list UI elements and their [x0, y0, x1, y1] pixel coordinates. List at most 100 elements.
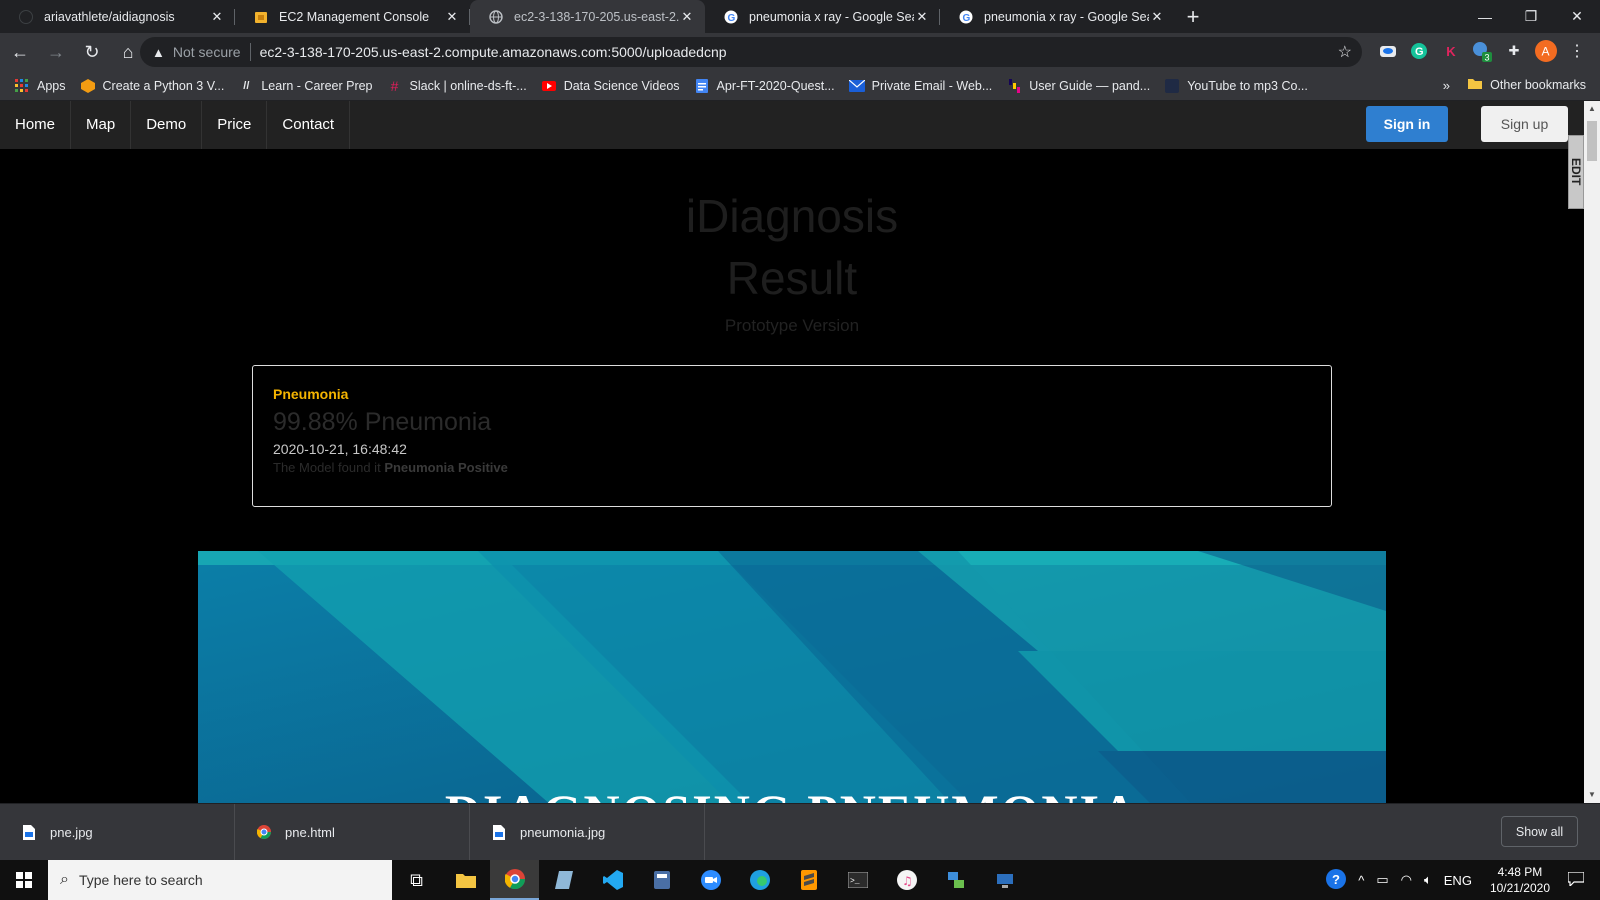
download-item[interactable]: pne.html	[235, 803, 470, 861]
bookmark-item[interactable]: Apps	[14, 78, 66, 94]
browser-tab-active[interactable]: ec2-3-138-170-205.us-east-2.com ✕	[470, 0, 705, 33]
notification-icon[interactable]	[1567, 870, 1585, 889]
nav-demo[interactable]: Demo	[131, 101, 203, 149]
close-tab-icon[interactable]: ✕	[209, 9, 225, 25]
warning-triangle-icon[interactable]: ▲	[152, 45, 165, 60]
security-label[interactable]: Not secure	[173, 44, 241, 60]
restore-icon[interactable]: ❐	[1508, 0, 1554, 33]
k-extension-icon[interactable]: K	[1440, 40, 1462, 62]
close-tab-icon[interactable]: ✕	[1149, 9, 1165, 25]
svg-text:>_: >_	[850, 877, 860, 886]
search-icon: ⌕	[60, 871, 69, 888]
mail-icon	[848, 78, 865, 94]
new-tab-button[interactable]: +	[1175, 0, 1211, 33]
terminal-icon[interactable]: >_	[833, 860, 882, 900]
close-window-icon[interactable]: ✕	[1554, 0, 1600, 33]
tab-title: pneumonia x ray - Google Search	[749, 9, 914, 24]
bookmark-item[interactable]: Create a Python 3 V...	[80, 78, 224, 94]
folder-icon	[1468, 77, 1483, 92]
address-bar[interactable]: ▲ Not secure ec2-3-138-170-205.us-east-2…	[140, 37, 1362, 67]
battery-icon[interactable]: ▭	[1376, 872, 1388, 888]
svg-text:♫: ♫	[902, 874, 913, 888]
scroll-down-arrow-icon[interactable]: ▼	[1584, 787, 1600, 803]
cloud-extension-icon[interactable]	[1377, 40, 1399, 62]
more-bookmarks-chevron-icon[interactable]: »	[1443, 78, 1450, 93]
svg-text:A: A	[1542, 45, 1550, 59]
tab-title: ec2-3-138-170-205.us-east-2.com	[514, 9, 679, 24]
bookmark-item[interactable]: # Slack | online-ds-ft-...	[387, 78, 527, 94]
sign-up-button[interactable]: Sign up	[1481, 106, 1568, 142]
reload-icon[interactable]: ↻	[76, 36, 108, 68]
app-icon[interactable]	[539, 860, 588, 900]
back-arrow-icon[interactable]: ←	[4, 36, 36, 68]
zoom-icon[interactable]	[686, 860, 735, 900]
language-indicator[interactable]: ENG	[1444, 873, 1472, 888]
forward-arrow-icon[interactable]: →	[40, 36, 72, 68]
volume-icon[interactable]: 🔈︎	[1424, 872, 1432, 888]
sign-in-button[interactable]: Sign in	[1366, 106, 1448, 142]
close-tab-icon[interactable]: ✕	[914, 9, 930, 25]
nav-price[interactable]: Price	[202, 101, 268, 149]
bookmark-item[interactable]: Private Email - Web...	[848, 78, 992, 94]
nav-contact[interactable]: Contact	[267, 101, 351, 149]
windows-start-icon[interactable]	[0, 860, 48, 900]
close-tab-icon[interactable]: ✕	[679, 9, 695, 25]
slack-icon: #	[390, 77, 399, 94]
browser-tab[interactable]: G pneumonia x ray - Google Search ✕	[940, 0, 1175, 33]
menu-kebab-icon[interactable]: ⋮	[1566, 40, 1588, 62]
hero-banner-image: DIAGNOSING PNEUMONIA	[198, 551, 1386, 803]
download-item[interactable]: pneumonia.jpg	[470, 803, 705, 861]
bookmark-star-icon[interactable]: ☆	[1338, 42, 1352, 62]
page-subtitle: Prototype Version	[724, 316, 860, 335]
bookmark-item[interactable]: YouTube to mp3 Co...	[1164, 78, 1308, 94]
chrome-taskbar-icon[interactable]	[490, 860, 539, 900]
nav-home[interactable]: Home	[0, 101, 72, 149]
profile-avatar[interactable]: A	[1535, 40, 1557, 62]
wifi-icon[interactable]: ◠	[1401, 872, 1412, 888]
itunes-icon[interactable]: ♫	[882, 860, 931, 900]
bookmark-item[interactable]: Apr-FT-2020-Quest...	[694, 78, 835, 94]
tab-title: ariavathlete/aidiagnosis	[44, 9, 175, 24]
show-all-downloads-button[interactable]: Show all	[1501, 816, 1578, 847]
browser-tab[interactable]: G pneumonia x ray - Google Search ✕	[705, 0, 940, 33]
grammarly-icon[interactable]: G	[1408, 40, 1430, 62]
bookmark-item[interactable]: User Guide — pand...	[1006, 78, 1150, 94]
chevron-up-icon[interactable]: ^	[1358, 873, 1364, 888]
vscode-icon[interactable]	[588, 860, 637, 900]
nav-map[interactable]: Map	[71, 101, 132, 149]
url-text[interactable]: ec2-3-138-170-205.us-east-2.compute.amaz…	[260, 44, 727, 60]
help-icon[interactable]: ?	[1326, 868, 1347, 892]
svg-text:G: G	[728, 13, 736, 24]
remote-desktop-icon[interactable]	[980, 860, 1029, 900]
sublime-text-icon[interactable]	[784, 860, 833, 900]
result-timestamp: 2020-10-21, 16:48:42	[273, 441, 407, 457]
svg-text:G: G	[963, 13, 971, 24]
download-item[interactable]: pne.jpg	[0, 803, 235, 861]
calculator-icon[interactable]	[637, 860, 686, 900]
puzzle-extensions-icon[interactable]: ✚	[1503, 40, 1525, 62]
browser-tab[interactable]: EC2 Management Console ✕	[235, 0, 470, 33]
result-label: Pneumonia	[273, 386, 349, 402]
network-app-icon[interactable]	[931, 860, 980, 900]
badge-extension-icon[interactable]: 3	[1471, 40, 1493, 62]
edge-icon[interactable]	[735, 860, 784, 900]
svg-text:?: ?	[1332, 872, 1340, 887]
minimize-icon[interactable]: —	[1462, 0, 1508, 33]
scrollbar-thumb[interactable]	[1587, 121, 1597, 161]
taskbar-search-box[interactable]: ⌕ Type here to search	[48, 860, 392, 900]
browser-tab[interactable]: ariavathlete/aidiagnosis ✕	[0, 0, 235, 33]
close-tab-icon[interactable]: ✕	[444, 9, 460, 25]
docs-icon	[694, 78, 710, 94]
result-percentage: 99.88% Pneumonia	[273, 408, 492, 436]
other-bookmarks[interactable]: Other bookmarks	[1468, 77, 1586, 92]
browser-tab-strip: ariavathlete/aidiagnosis ✕ EC2 Managemen…	[0, 0, 1600, 33]
converter-icon	[1164, 78, 1180, 94]
bookmark-item[interactable]: Data Science Videos	[541, 78, 680, 94]
scroll-up-arrow-icon[interactable]: ▲	[1584, 101, 1600, 117]
page-scrollbar[interactable]: ▲ ▼	[1584, 101, 1600, 803]
taskbar-clock[interactable]: 4:48 PM 10/21/2020	[1490, 864, 1550, 896]
file-explorer-icon[interactable]	[441, 860, 490, 900]
bookmark-item[interactable]: //Learn - Career Prep	[238, 78, 372, 94]
svg-text:3: 3	[1485, 53, 1490, 63]
task-view-icon[interactable]: ⧉	[392, 860, 441, 900]
